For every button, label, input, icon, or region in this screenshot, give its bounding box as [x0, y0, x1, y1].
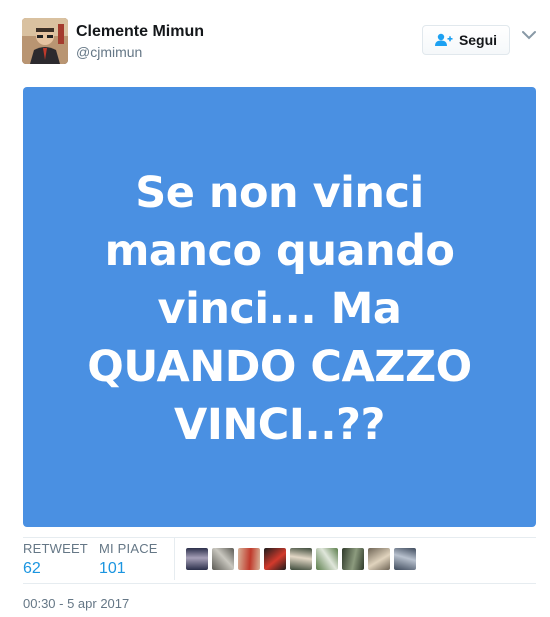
follow-button-label: Segui — [458, 32, 498, 48]
liker-avatar[interactable] — [316, 548, 338, 570]
follow-button[interactable]: Segui — [422, 25, 510, 55]
likes-label: MI PIACE — [99, 541, 158, 556]
retweet-count: 62 — [23, 560, 41, 577]
likes-count: 101 — [99, 560, 126, 577]
likes-stat[interactable]: MI PIACE 101 — [99, 541, 158, 578]
chevron-down-icon[interactable] — [522, 30, 536, 40]
liker-avatar[interactable] — [342, 548, 364, 570]
divider — [23, 537, 536, 538]
retweet-label: RETWEET — [23, 541, 88, 556]
user-display-name[interactable]: Clemente Mimun — [76, 23, 204, 41]
liker-avatar[interactable] — [238, 548, 260, 570]
liker-avatar[interactable] — [212, 548, 234, 570]
liker-avatars — [186, 548, 416, 570]
liker-avatar[interactable] — [290, 548, 312, 570]
avatar[interactable] — [22, 18, 68, 64]
liker-avatar[interactable] — [186, 548, 208, 570]
liker-avatar[interactable] — [368, 548, 390, 570]
tweet-media-image[interactable]: Se non vinci manco quando vinci... Ma QU… — [23, 87, 536, 527]
tweet-timestamp[interactable]: 00:30 - 5 apr 2017 — [23, 596, 129, 611]
tweet-stats: RETWEET 62 MI PIACE 101 — [23, 538, 536, 581]
media-caption-text: Se non vinci manco quando vinci... Ma QU… — [87, 168, 472, 450]
user-handle[interactable]: @cjmimun — [76, 44, 142, 60]
stats-separator — [174, 538, 175, 580]
retweet-stat[interactable]: RETWEET 62 — [23, 541, 88, 578]
add-user-icon — [434, 33, 453, 47]
liker-avatar[interactable] — [264, 548, 286, 570]
liker-avatar[interactable] — [394, 548, 416, 570]
divider — [23, 583, 536, 584]
tweet-header: Clemente Mimun @cjmimun Segui — [22, 18, 536, 66]
